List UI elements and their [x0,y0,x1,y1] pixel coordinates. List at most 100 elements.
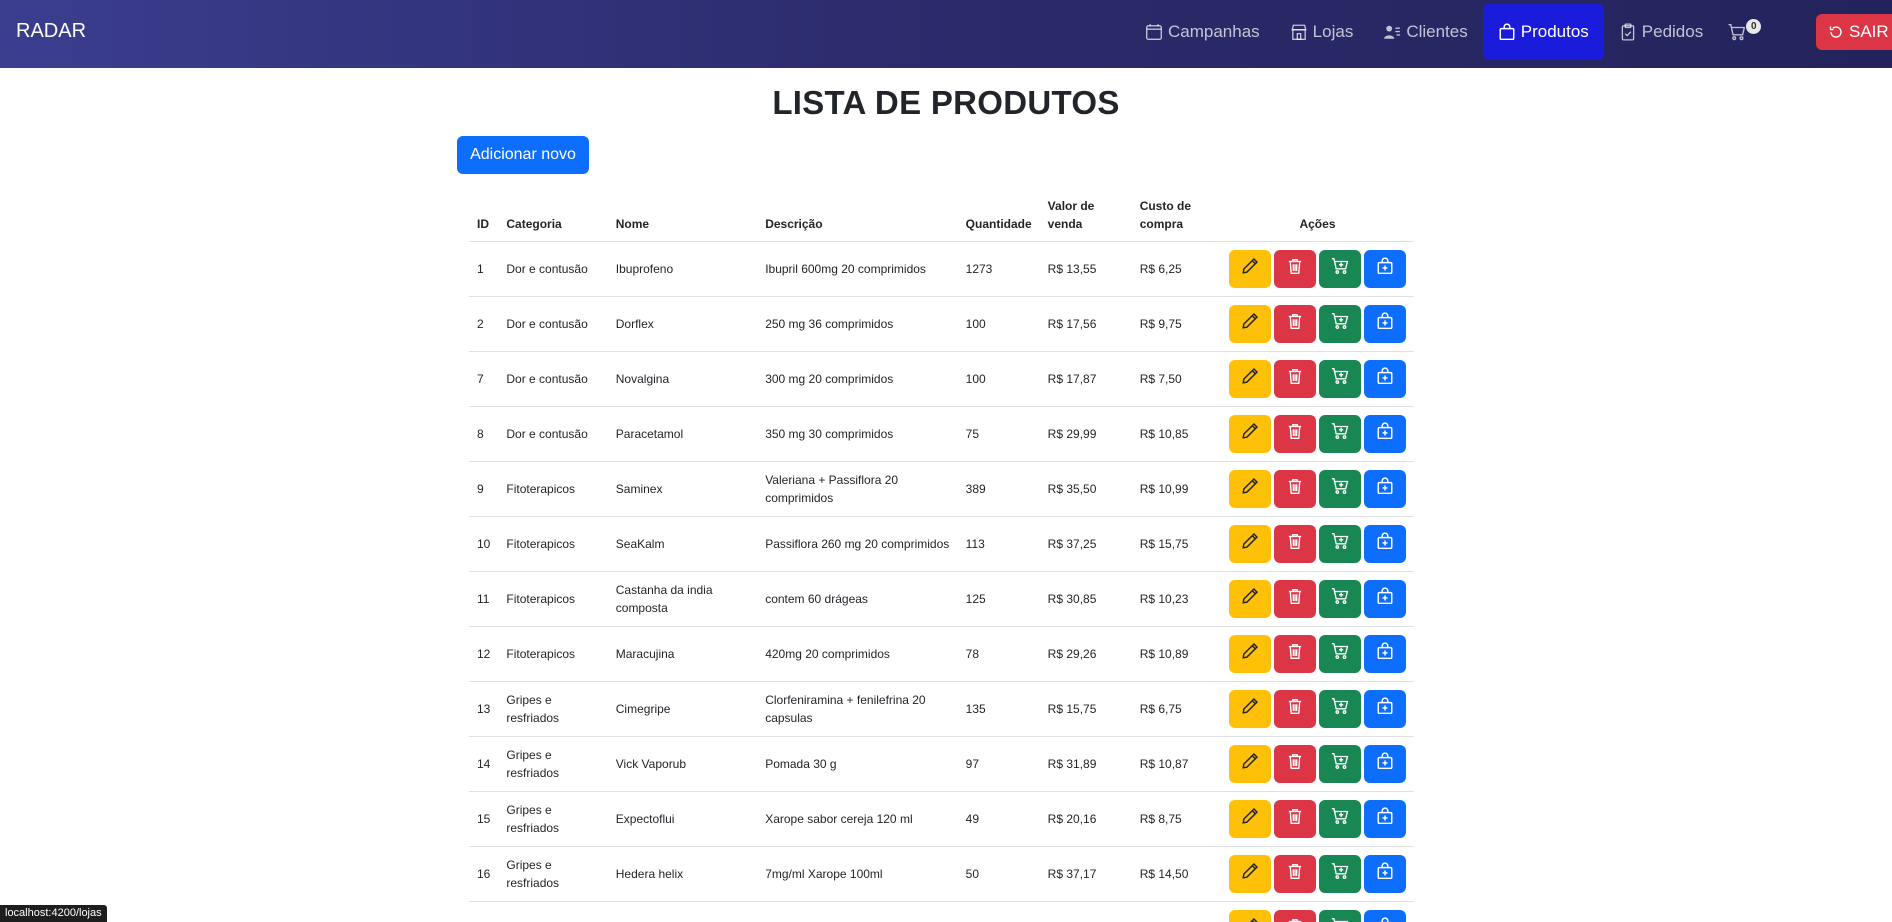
cell-categoria: Fitoterapicos [498,571,608,627]
add-stock-button[interactable] [1364,469,1406,508]
edit-button[interactable] [1229,524,1271,563]
add-to-cart-button[interactable] [1319,579,1361,618]
add-stock-button[interactable] [1364,304,1406,343]
add-to-cart-button[interactable] [1319,689,1361,728]
cell-categoria: Dor e contusão [498,296,608,352]
add-stock-button[interactable] [1364,854,1406,893]
edit-button[interactable] [1229,689,1271,728]
nav-item-pedidos[interactable]: Pedidos [1604,4,1718,60]
nav-item-label: Campanhas [1168,22,1260,41]
delete-button[interactable] [1274,469,1316,508]
cell-categoria: Gripes e resfriados [498,736,608,792]
delete-button[interactable] [1274,304,1316,343]
delete-button[interactable] [1274,909,1316,922]
cell-categoria [498,901,608,922]
delete-button[interactable] [1274,744,1316,783]
delete-button[interactable] [1274,414,1316,453]
cell-id: 13 [469,681,499,737]
cell-actions [1220,296,1414,352]
cell-custo-compra: R$ 15,75 [1131,516,1221,572]
header-id: ID [469,193,499,242]
edit-button[interactable] [1229,414,1271,453]
add-stock-button[interactable] [1364,799,1406,838]
delete-button[interactable] [1274,689,1316,728]
edit-button[interactable] [1229,634,1271,673]
add-stock-button[interactable] [1364,689,1406,728]
add-stock-button[interactable] [1364,579,1406,618]
cell-quantidade: 113 [957,516,1040,572]
delete-button[interactable] [1274,634,1316,673]
add-stock-button[interactable] [1364,249,1406,288]
add-to-cart-button[interactable] [1319,634,1361,673]
add-stock-button[interactable] [1364,909,1406,922]
cell-quantidade: 100 [957,351,1040,407]
cell-nome: Ibuprofeno [607,241,758,297]
header-valor-venda: Valor de venda [1039,193,1132,242]
cell-quantidade: 125 [957,571,1040,627]
cell-valor-venda: R$ 15,75 [1039,681,1132,737]
delete-button[interactable] [1274,579,1316,618]
cell-categoria: Dor e contusão [498,406,608,462]
add-stock-button[interactable] [1364,634,1406,673]
cell-descricao: Passiflora 260 mg 20 comprimidos [757,516,958,572]
cell-categoria: Fitoterapicos [498,461,608,517]
cell-descricao: 250 mg 36 comprimidos [757,296,958,352]
add-stock-button[interactable] [1364,359,1406,398]
nav-item-campanhas[interactable]: Campanhas [1130,4,1275,60]
cart-button[interactable]: 0 [1718,4,1764,60]
add-stock-button[interactable] [1364,524,1406,563]
add-to-cart-button[interactable] [1319,799,1361,838]
delete-button[interactable] [1274,799,1316,838]
table-row: 8 Dor e contusão Paracetamol 350 mg 30 comp… [469,406,1414,462]
logout-button[interactable]: SAIR [1816,14,1892,50]
header-custo-compra: Custo de compra [1131,193,1221,242]
edit-button[interactable] [1229,359,1271,398]
edit-button[interactable] [1229,854,1271,893]
edit-button[interactable] [1229,304,1271,343]
nav-item-lojas[interactable]: Lojas [1275,4,1369,60]
cell-nome: Paracetamol [607,406,758,462]
cell-id: 1 [469,241,499,297]
delete-button[interactable] [1274,524,1316,563]
add-new-button[interactable]: Adicionar novo [457,136,589,174]
edit-button[interactable] [1229,909,1271,922]
add-to-cart-button[interactable] [1319,469,1361,508]
cell-nome: Cimegripe [607,681,758,737]
cell-valor-venda: R$ 37,25 [1039,516,1132,572]
add-to-cart-button[interactable] [1319,744,1361,783]
cell-descricao: Clorfeniramina + fenilefrina 20 capsulas [757,681,958,737]
add-to-cart-button[interactable] [1319,909,1361,922]
delete-button[interactable] [1274,359,1316,398]
add-to-cart-button[interactable] [1319,414,1361,453]
add-to-cart-button[interactable] [1319,854,1361,893]
trash-icon [1286,917,1304,922]
edit-button[interactable] [1229,469,1271,508]
cell-quantidade: 75 [957,406,1040,462]
delete-button[interactable] [1274,854,1316,893]
edit-button[interactable] [1229,799,1271,838]
add-to-cart-button[interactable] [1319,304,1361,343]
add-to-cart-button[interactable] [1319,359,1361,398]
cart-plus-icon [1331,532,1349,555]
row-actions [1229,854,1406,893]
cell-descricao: Xarope sabor cereja 120 ml [757,791,958,847]
cell-actions [1220,241,1414,297]
delete-button[interactable] [1274,249,1316,288]
brand-logo[interactable]: RADAR [16,20,86,43]
nav-item-produtos[interactable]: Produtos [1482,4,1604,60]
clipboard-check-icon [1621,23,1635,41]
bag-plus-icon [1376,367,1394,390]
add-stock-button[interactable] [1364,744,1406,783]
trash-icon [1286,862,1304,885]
edit-button[interactable] [1229,579,1271,618]
cell-actions [1220,791,1414,847]
add-to-cart-button[interactable] [1319,524,1361,563]
edit-button[interactable] [1229,744,1271,783]
row-actions [1229,304,1406,343]
trash-icon [1286,477,1304,500]
add-to-cart-button[interactable] [1319,249,1361,288]
add-stock-button[interactable] [1364,414,1406,453]
edit-button[interactable] [1229,249,1271,288]
nav-item-clientes[interactable]: Clientes [1368,4,1482,60]
cell-categoria: Fitoterapicos [498,516,608,572]
